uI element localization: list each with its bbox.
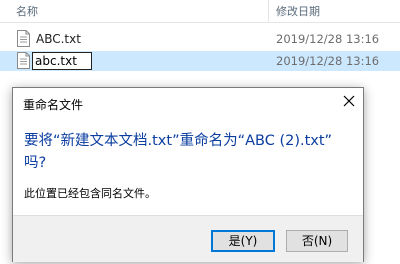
- dialog-message: 要将“新建文本文档.txt”重命名为“ABC (2).txt” 吗?: [24, 130, 354, 174]
- text-file-icon: [17, 30, 30, 47]
- rename-input[interactable]: abc.txt: [32, 52, 92, 70]
- file-modified-date: 2019/12/28 13:16: [276, 54, 380, 68]
- column-divider[interactable]: [268, 0, 269, 22]
- rename-confirm-dialog: 重命名文件 要将“新建文本文档.txt”重命名为“ABC (2).txt” 吗?…: [12, 87, 364, 262]
- dialog-message-line: 吗?: [24, 155, 47, 171]
- column-header-date-modified[interactable]: 修改日期: [276, 3, 320, 19]
- dialog-title: 重命名文件: [23, 98, 84, 112]
- file-row-selected[interactable]: abc.txt 2019/12/28 13:16: [0, 51, 400, 71]
- dialog-button-bar: 是(Y) 否(N): [13, 215, 363, 262]
- file-name: ABC.txt: [36, 32, 81, 46]
- column-header: 名称 修改日期: [0, 0, 400, 23]
- dialog-detail: 此位置已经包含同名文件。: [24, 187, 156, 200]
- file-row[interactable]: ABC.txt 2019/12/28 13:16: [0, 29, 400, 49]
- column-header-name[interactable]: 名称: [16, 3, 38, 19]
- text-file-icon: [17, 52, 30, 69]
- file-modified-date: 2019/12/28 13:16: [276, 32, 380, 46]
- yes-button[interactable]: 是(Y): [211, 230, 275, 252]
- close-icon[interactable]: [339, 91, 359, 111]
- dialog-message-line: 要将“新建文本文档.txt”重命名为“ABC (2).txt”: [24, 133, 333, 149]
- no-button[interactable]: 否(N): [286, 230, 348, 252]
